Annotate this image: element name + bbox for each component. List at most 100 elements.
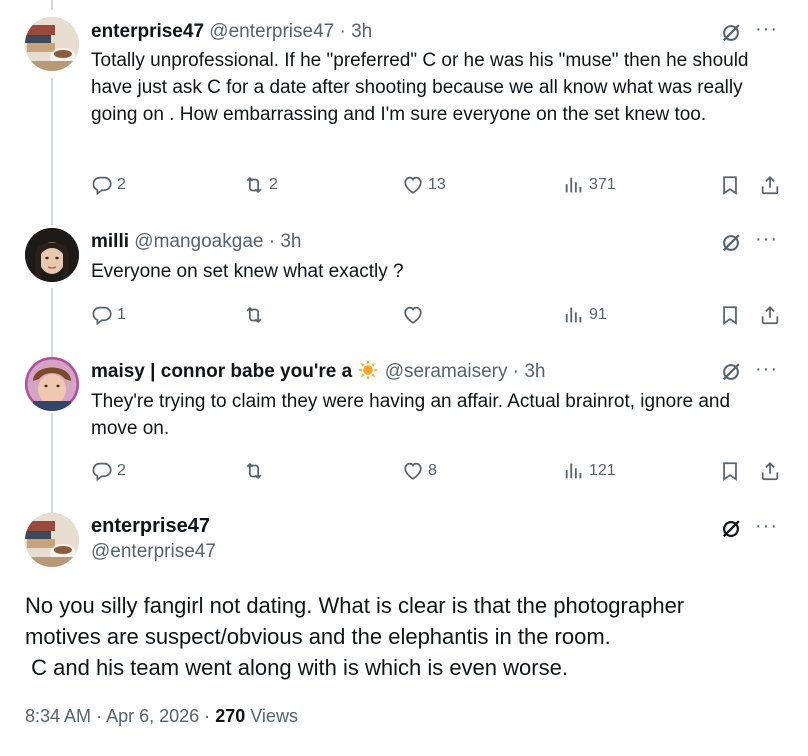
tweet-header: enterprise47 @enterprise47 · 3h bbox=[91, 19, 372, 45]
thread-line bbox=[51, 413, 53, 513]
like-button[interactable]: 8 bbox=[402, 458, 437, 484]
user-handle[interactable]: @seramaisery bbox=[385, 361, 508, 382]
views-button[interactable]: 91 bbox=[563, 302, 607, 328]
tweet-text-line: No you silly fangirl not dating. What is… bbox=[25, 593, 685, 618]
heart-icon bbox=[402, 174, 424, 196]
bookmark-button[interactable] bbox=[719, 458, 741, 484]
tweet-text: They're trying to claim they were having… bbox=[91, 391, 731, 439]
thread-line bbox=[51, 0, 53, 10]
thread-line bbox=[51, 288, 53, 357]
display-name[interactable]: milli bbox=[91, 231, 129, 252]
timestamp[interactable]: 3h bbox=[280, 231, 301, 252]
avatar[interactable] bbox=[25, 513, 79, 567]
like-button[interactable]: 13 bbox=[402, 172, 446, 198]
bookmark-button[interactable] bbox=[719, 302, 741, 328]
reply-icon bbox=[91, 304, 113, 326]
share-icon bbox=[759, 460, 781, 482]
repost-icon bbox=[243, 174, 265, 196]
avatar-image bbox=[25, 357, 79, 411]
tweet-text-line: C and his team went along with is which … bbox=[25, 655, 568, 680]
reply-button[interactable]: 2 bbox=[91, 172, 126, 198]
action-bar: 2 8 121 bbox=[91, 458, 782, 484]
separator-dot: · bbox=[268, 231, 276, 252]
avatar[interactable] bbox=[25, 228, 79, 282]
views-icon bbox=[563, 460, 585, 482]
separator-dot: · bbox=[96, 706, 103, 726]
tweet-text: Everyone on set knew what exactly ? bbox=[91, 261, 404, 282]
avatar[interactable] bbox=[25, 357, 79, 411]
reply-count: 2 bbox=[117, 462, 126, 479]
tweet-text-line: motives are suspect/obvious and the elep… bbox=[25, 624, 611, 649]
repost-icon bbox=[243, 304, 265, 326]
bookmark-icon bbox=[719, 460, 741, 482]
action-bar: 2 2 13 371 bbox=[91, 172, 782, 198]
more-options-button[interactable]: ··· bbox=[755, 228, 778, 251]
reply-count: 1 bbox=[117, 306, 126, 323]
reply-icon bbox=[91, 174, 113, 196]
more-options-button[interactable]: ··· bbox=[755, 358, 778, 381]
repost-count: 2 bbox=[269, 176, 278, 193]
grok-icon[interactable] bbox=[720, 518, 742, 540]
repost-icon bbox=[243, 460, 265, 482]
tweet-header: milli @mangoakgae · 3h bbox=[91, 229, 301, 255]
repost-button[interactable] bbox=[243, 458, 269, 484]
grok-icon[interactable] bbox=[720, 361, 742, 383]
tweet-text: Totally unprofessional. If he "preferred… bbox=[91, 50, 749, 125]
views-button[interactable]: 121 bbox=[563, 458, 616, 484]
tweet-date[interactable]: Apr 6, 2026 bbox=[106, 706, 199, 726]
display-name[interactable]: maisy | connor babe you're a bbox=[91, 361, 352, 382]
heart-icon bbox=[402, 304, 424, 326]
like-count: 8 bbox=[428, 462, 437, 479]
share-button[interactable] bbox=[759, 302, 781, 328]
more-options-button[interactable]: ··· bbox=[755, 515, 778, 538]
tweet-header: maisy | connor babe you're a @seramaiser… bbox=[91, 359, 546, 385]
user-handle[interactable]: @enterprise47 bbox=[91, 541, 216, 563]
like-count: 13 bbox=[428, 176, 446, 193]
more-options-button[interactable]: ··· bbox=[755, 18, 778, 41]
views-count: 121 bbox=[589, 462, 616, 479]
separator-dot: · bbox=[512, 361, 520, 382]
timestamp[interactable]: 3h bbox=[524, 361, 545, 382]
avatar-image bbox=[25, 17, 79, 71]
share-icon bbox=[759, 304, 781, 326]
grok-icon[interactable] bbox=[720, 232, 742, 254]
views-icon bbox=[563, 304, 585, 326]
reply-icon bbox=[91, 460, 113, 482]
separator-dot: · bbox=[339, 21, 346, 42]
user-handle[interactable]: @mangoakgae bbox=[134, 231, 263, 252]
views-button[interactable]: 371 bbox=[563, 172, 616, 198]
bookmark-icon bbox=[719, 304, 741, 326]
avatar[interactable] bbox=[25, 17, 79, 71]
views-label: Views bbox=[250, 706, 298, 726]
views-count: 371 bbox=[589, 176, 616, 193]
views-count: 91 bbox=[589, 306, 607, 323]
share-button[interactable] bbox=[759, 458, 781, 484]
thread-line bbox=[51, 78, 53, 225]
display-name[interactable]: enterprise47 bbox=[91, 515, 210, 538]
user-handle[interactable]: @enterprise47 bbox=[209, 21, 334, 42]
views-icon bbox=[563, 174, 585, 196]
reply-button[interactable]: 1 bbox=[91, 302, 126, 328]
timestamp[interactable]: 3h bbox=[351, 21, 372, 42]
repost-button[interactable] bbox=[243, 302, 269, 328]
display-name[interactable]: enterprise47 bbox=[91, 21, 204, 42]
tweet-time[interactable]: 8:34 AM bbox=[25, 706, 91, 726]
heart-icon bbox=[402, 460, 424, 482]
views-total: 270 bbox=[215, 706, 246, 726]
tweet-meta: 8:34 AM · Apr 6, 2026 · 270 Views bbox=[25, 706, 298, 727]
repost-button[interactable]: 2 bbox=[243, 172, 278, 198]
main-tweet-text: No you silly fangirl not dating. What is… bbox=[25, 590, 785, 683]
bookmark-button[interactable] bbox=[719, 172, 741, 198]
like-button[interactable] bbox=[402, 302, 428, 328]
avatar-image bbox=[25, 513, 79, 567]
avatar-image bbox=[25, 228, 79, 282]
reply-count: 2 bbox=[117, 176, 126, 193]
separator-dot: · bbox=[204, 706, 211, 726]
reply-button[interactable]: 2 bbox=[91, 458, 126, 484]
sun-emoji-icon bbox=[358, 359, 379, 381]
bookmark-icon bbox=[719, 174, 741, 196]
share-icon bbox=[759, 174, 781, 196]
grok-icon[interactable] bbox=[720, 22, 742, 44]
action-bar: 1 91 bbox=[91, 302, 782, 328]
share-button[interactable] bbox=[759, 172, 781, 198]
